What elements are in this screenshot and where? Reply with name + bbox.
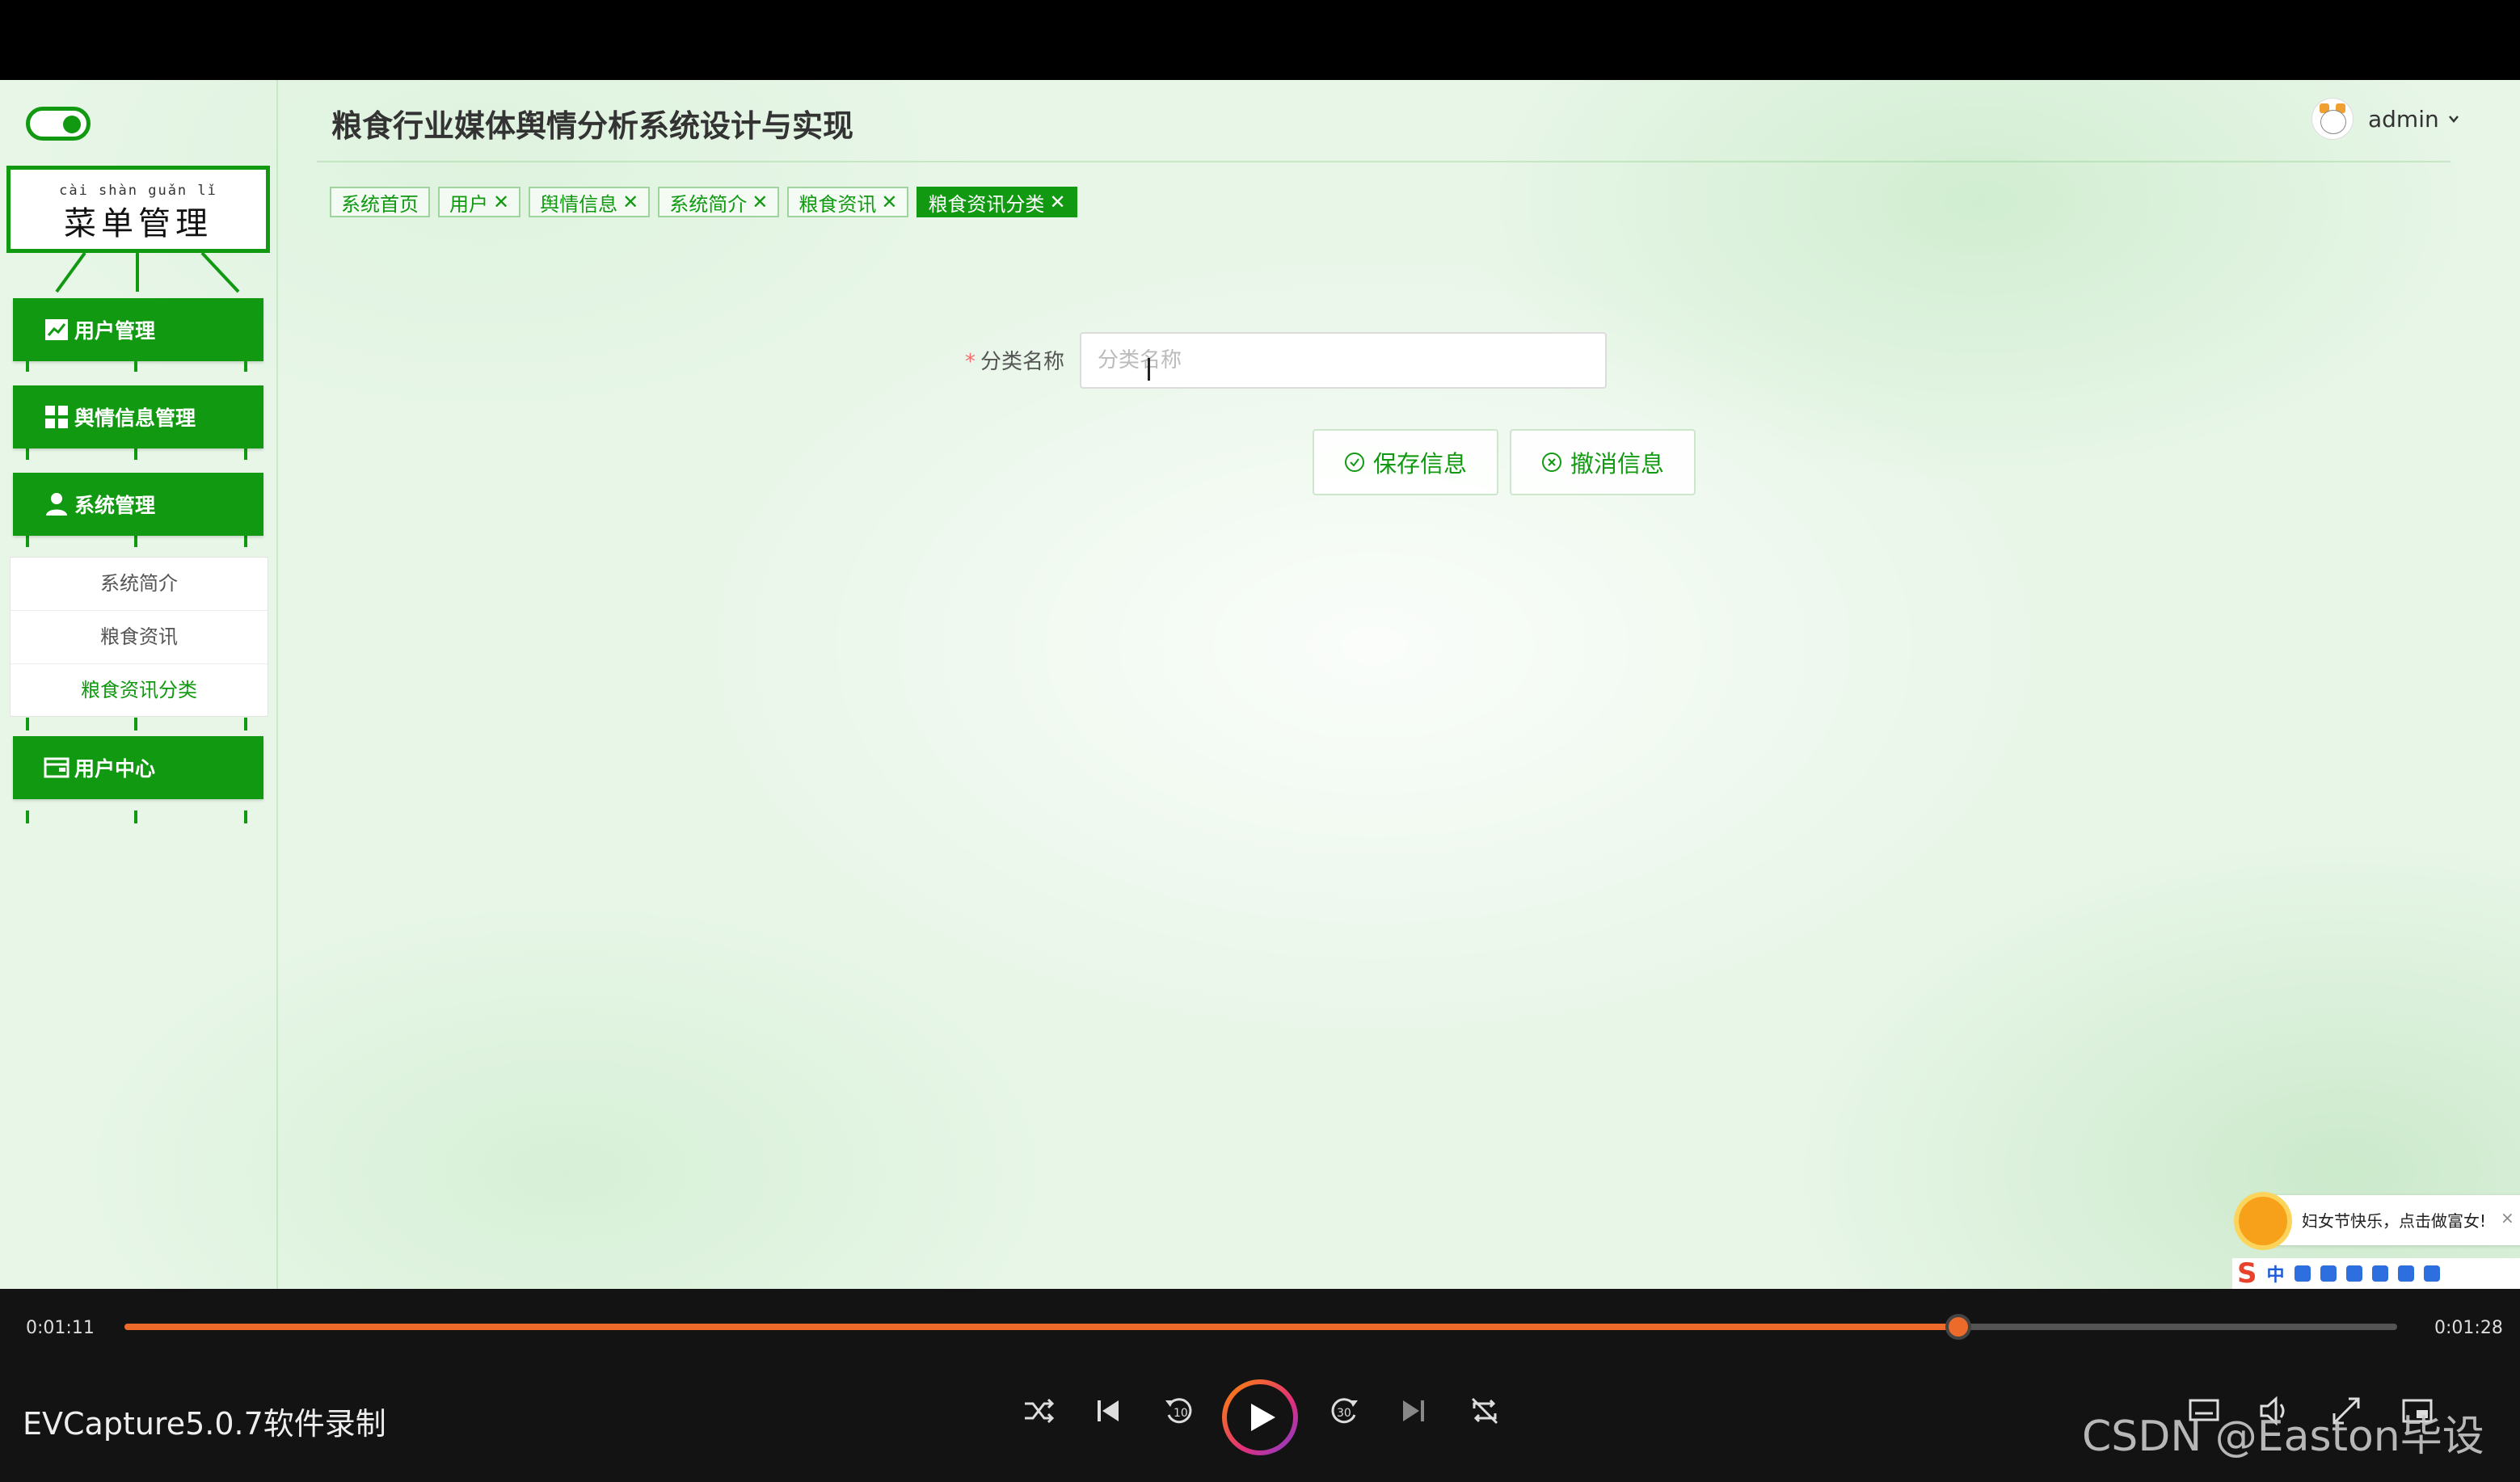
tag-label: 粮食资讯: [799, 192, 877, 216]
video-player-bar: 0:01:11 0:01:28 EVCapture5.0.7软件录制 10 30…: [0, 1289, 2520, 1482]
nav-ticks: [26, 359, 249, 372]
tag-label: 用户: [449, 192, 488, 216]
svg-text:10: 10: [1174, 1407, 1188, 1420]
close-icon[interactable]: ✕: [881, 191, 897, 213]
sidebar-item-user-center[interactable]: 用户中心: [13, 736, 263, 799]
ime-lang-toggle[interactable]: 中: [2267, 1261, 2285, 1286]
tag-sentiment[interactable]: 舆情信息 ✕: [529, 187, 651, 217]
progress-fill: [124, 1324, 1959, 1330]
tag-grain-news[interactable]: 粮食资讯 ✕: [787, 187, 909, 217]
save-button-label: 保存信息: [1372, 450, 1467, 478]
rewind-10-icon[interactable]: 10: [1161, 1392, 1198, 1429]
user-menu[interactable]: admin: [2311, 98, 2460, 140]
close-icon[interactable]: ✕: [1049, 191, 1065, 213]
tag-label: 舆情信息: [540, 192, 618, 216]
ime-notice-text: 妇女节快乐，点击做富女!: [2302, 1211, 2487, 1231]
wallet-icon: [44, 757, 70, 778]
play-icon: [1251, 1404, 1275, 1431]
next-icon[interactable]: [1395, 1392, 1432, 1429]
play-button[interactable]: [1222, 1379, 1298, 1455]
grid-icon: [45, 406, 68, 428]
avatar: [2311, 98, 2354, 140]
sidebar: cài shàn guǎn lǐ 菜单管理 用户管理 舆情信息管理 系统管理 系…: [0, 80, 278, 1289]
submenu-item-grain-news-category[interactable]: 粮食资讯分类: [11, 664, 268, 717]
menu-sign-pinyin: cài shàn guǎn lǐ: [59, 183, 217, 199]
system-submenu: 系统简介 粮食资讯 粮食资讯分类: [10, 557, 268, 717]
previous-icon[interactable]: [1089, 1392, 1127, 1429]
sidebar-item-label: 用户管理: [74, 319, 156, 343]
page-title: 粮食行业媒体舆情分析系统设计与实现: [331, 108, 854, 144]
shuffle-icon[interactable]: [1020, 1392, 1057, 1429]
username: admin: [2368, 105, 2439, 133]
submenu-item-grain-news[interactable]: 粮食资讯: [11, 611, 268, 664]
tag-user[interactable]: 用户 ✕: [438, 187, 521, 217]
forward-30-icon[interactable]: 30: [1325, 1392, 1363, 1429]
svg-text:30: 30: [1337, 1407, 1351, 1420]
sidebar-item-system-management[interactable]: 系统管理: [13, 473, 263, 536]
cancel-button[interactable]: 撤消信息: [1510, 429, 1696, 495]
apps-icon[interactable]: [2423, 1265, 2440, 1282]
theme-toggle[interactable]: [26, 107, 91, 141]
check-circle-icon: [1344, 453, 1364, 472]
recorder-watermark: EVCapture5.0.7软件录制: [23, 1406, 386, 1442]
user-icon: [46, 493, 67, 516]
toggle-knob: [63, 116, 81, 133]
chevron-down-icon: [2448, 116, 2459, 123]
save-button[interactable]: 保存信息: [1313, 429, 1498, 495]
sun-icon: [2239, 1197, 2287, 1245]
nav-ticks: [26, 810, 249, 823]
tag-grain-news-category[interactable]: 粮食资讯分类 ✕: [917, 187, 1077, 217]
category-name-input[interactable]: [1080, 332, 1607, 389]
chart-line-icon: [45, 319, 68, 340]
menu-sign-title: 菜单管理: [64, 205, 213, 242]
nav-ticks: [26, 534, 249, 547]
tab-tags: 系统首页 用户 ✕ 舆情信息 ✕ 系统简介 ✕ 粮食资讯 ✕ 粮食资讯分类 ✕: [330, 187, 1077, 217]
punctuation-icon[interactable]: [2294, 1265, 2311, 1282]
tag-home[interactable]: 系统首页: [330, 187, 430, 217]
tag-label: 系统首页: [341, 192, 419, 216]
total-time: 0:01:28: [2434, 1318, 2503, 1338]
close-icon[interactable]: ×: [2501, 1208, 2514, 1227]
sign-legs: [55, 253, 240, 293]
sidebar-item-label: 用户中心: [74, 757, 156, 781]
submenu-item-system-intro[interactable]: 系统简介: [11, 558, 268, 611]
app-window: cài shàn guǎn lǐ 菜单管理 用户管理 舆情信息管理 系统管理 系…: [0, 80, 2520, 1289]
current-time: 0:01:11: [26, 1318, 95, 1338]
cancel-button-label: 撤消信息: [1570, 450, 1664, 478]
tag-label: 系统简介: [669, 192, 748, 216]
close-icon[interactable]: ✕: [752, 191, 768, 213]
header-divider: [317, 161, 2450, 162]
menu-sign: cài shàn guǎn lǐ 菜单管理: [6, 166, 270, 253]
ime-logo-icon[interactable]: S: [2237, 1257, 2257, 1289]
nav-ticks: [26, 718, 249, 730]
microphone-icon[interactable]: [2320, 1265, 2337, 1282]
csdn-watermark: CSDN @Easton毕设: [2082, 1413, 2484, 1461]
sidebar-item-label: 系统管理: [74, 494, 156, 517]
keyboard-icon[interactable]: [2345, 1265, 2362, 1282]
required-mark: *: [965, 350, 976, 374]
nav-ticks: [26, 447, 249, 460]
text-cursor-icon: [1148, 358, 1150, 381]
progress-track[interactable]: [124, 1314, 2397, 1340]
sidebar-item-label: 舆情信息管理: [74, 406, 196, 430]
label-text: 分类名称: [980, 350, 1065, 374]
sidebar-item-sentiment-management[interactable]: 舆情信息管理: [13, 385, 263, 448]
tag-system-intro[interactable]: 系统简介 ✕: [658, 187, 780, 217]
tag-label: 粮食资讯分类: [928, 192, 1045, 216]
ime-toolbar: S 中: [2232, 1257, 2520, 1289]
close-icon[interactable]: ✕: [493, 191, 509, 213]
category-name-label: * 分类名称: [965, 345, 1064, 375]
progress-thumb[interactable]: [1945, 1314, 1972, 1340]
close-icon[interactable]: ✕: [622, 191, 638, 213]
skin-icon[interactable]: [2371, 1265, 2388, 1282]
repeat-off-icon[interactable]: [1466, 1392, 1503, 1429]
x-circle-icon: [1541, 453, 1561, 472]
sidebar-item-user-management[interactable]: 用户管理: [13, 298, 263, 361]
emoji-icon[interactable]: [2397, 1265, 2414, 1282]
